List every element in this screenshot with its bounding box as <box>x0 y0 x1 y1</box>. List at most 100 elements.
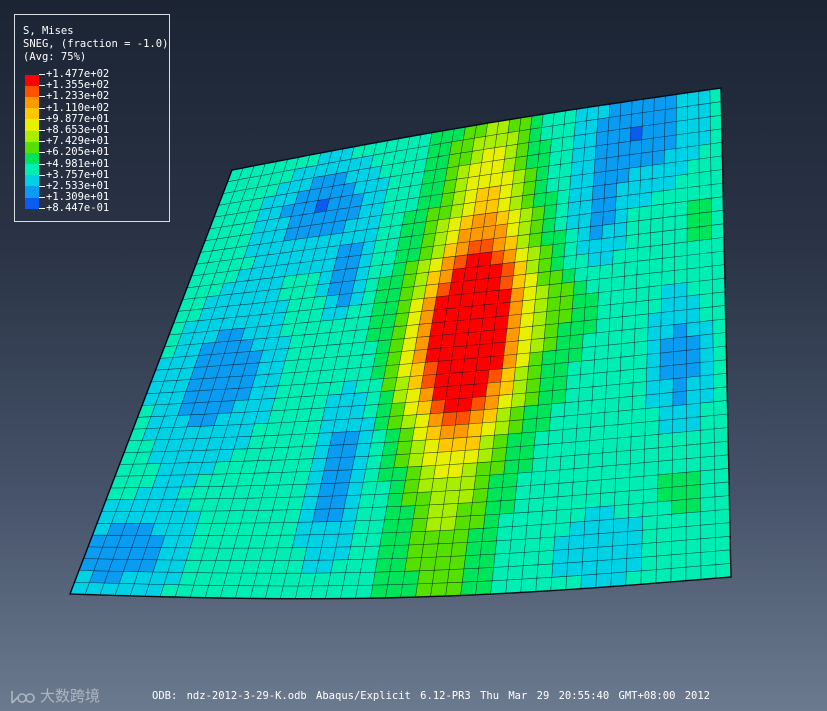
mesh-element <box>628 152 642 169</box>
mesh-element <box>539 244 554 260</box>
mesh-element <box>541 509 558 525</box>
mesh-element <box>417 569 435 585</box>
mesh-element <box>602 209 616 226</box>
mesh-element <box>601 464 617 481</box>
mesh-element <box>658 405 674 422</box>
mesh-element <box>597 290 612 307</box>
mesh-element <box>468 409 485 425</box>
mesh-element <box>571 480 588 496</box>
mesh-element <box>582 319 598 335</box>
mesh-element <box>498 380 515 396</box>
mesh-element <box>685 552 702 568</box>
mesh-element <box>614 490 630 506</box>
mesh-element <box>486 276 502 292</box>
mesh-element <box>407 452 425 468</box>
mesh-element <box>453 332 469 348</box>
mesh-element <box>520 431 536 447</box>
mesh-element <box>543 204 558 220</box>
mesh-element <box>362 545 381 560</box>
mesh-element <box>491 566 509 582</box>
mesh-element <box>699 265 713 282</box>
mesh-element <box>523 167 538 183</box>
mesh-element <box>659 364 674 381</box>
mesh-element <box>642 501 658 518</box>
mesh-element <box>569 320 585 336</box>
mesh-element <box>699 374 714 390</box>
mesh-element <box>345 559 364 574</box>
mesh-element <box>674 255 688 271</box>
mesh-element <box>417 478 434 493</box>
mesh-element <box>441 503 459 518</box>
mesh-element <box>539 125 554 142</box>
mesh-element <box>513 365 529 382</box>
mesh-element <box>489 460 506 476</box>
mesh-element <box>560 281 575 298</box>
mesh-element <box>712 291 726 308</box>
mesh-element <box>509 287 525 303</box>
mesh-element <box>700 469 716 485</box>
mesh-element <box>415 583 433 598</box>
mesh-element <box>460 581 478 596</box>
mesh-element <box>647 298 662 315</box>
mesh-element <box>583 305 599 322</box>
mesh-element <box>686 362 701 378</box>
mesh-element <box>563 241 578 257</box>
mesh-element <box>657 473 673 489</box>
mesh-element <box>500 261 516 278</box>
mesh-element <box>686 416 701 432</box>
mesh-element <box>713 413 729 430</box>
mesh-element <box>443 489 461 505</box>
mesh-element <box>374 558 393 573</box>
mesh-element <box>452 423 470 439</box>
mesh-element <box>414 491 432 506</box>
mesh-element <box>643 460 659 477</box>
mesh-element <box>608 316 623 332</box>
mesh-element <box>458 383 475 399</box>
mesh-element <box>483 394 500 411</box>
mesh-element <box>612 235 627 252</box>
mesh-element <box>664 93 677 110</box>
mesh-element <box>576 413 592 429</box>
mesh-element <box>484 500 502 516</box>
mesh-element <box>627 179 641 196</box>
mesh-element <box>562 254 577 271</box>
mesh-element <box>664 121 677 137</box>
mesh-element <box>670 566 687 583</box>
mesh-element <box>556 321 572 338</box>
mesh-element <box>582 546 599 563</box>
mesh-element <box>686 253 700 270</box>
watermark-logo: 大数跨境 <box>11 687 100 705</box>
mesh-element <box>517 458 534 474</box>
mesh-element <box>459 475 477 491</box>
mesh-element <box>508 195 524 211</box>
mesh-element <box>443 398 460 414</box>
mesh-element <box>699 252 713 268</box>
mesh-element <box>642 488 659 504</box>
mesh-element <box>598 518 615 535</box>
mesh-element <box>698 129 711 146</box>
mesh-element <box>632 367 648 384</box>
mesh-element <box>634 313 649 330</box>
mesh-element <box>454 515 472 531</box>
mesh-element <box>686 429 701 446</box>
mesh-element <box>586 465 603 482</box>
mesh-element <box>599 250 614 266</box>
mesh-element <box>471 291 487 307</box>
mesh-element <box>404 557 422 572</box>
mesh-element <box>636 259 651 276</box>
mesh-element <box>699 360 714 377</box>
mesh-element <box>551 242 566 259</box>
mesh-element <box>603 196 617 213</box>
mesh-element <box>509 405 525 422</box>
mesh-element <box>571 147 585 163</box>
mesh-element <box>576 239 590 256</box>
mesh-element <box>715 563 732 579</box>
mesh-element <box>652 136 665 152</box>
mesh-element <box>643 474 659 491</box>
mesh-element <box>700 496 716 513</box>
mesh-element <box>528 232 543 248</box>
mesh-element <box>484 289 500 306</box>
mesh-element <box>507 419 524 435</box>
mesh-element <box>656 540 672 557</box>
mesh-element <box>355 507 373 522</box>
